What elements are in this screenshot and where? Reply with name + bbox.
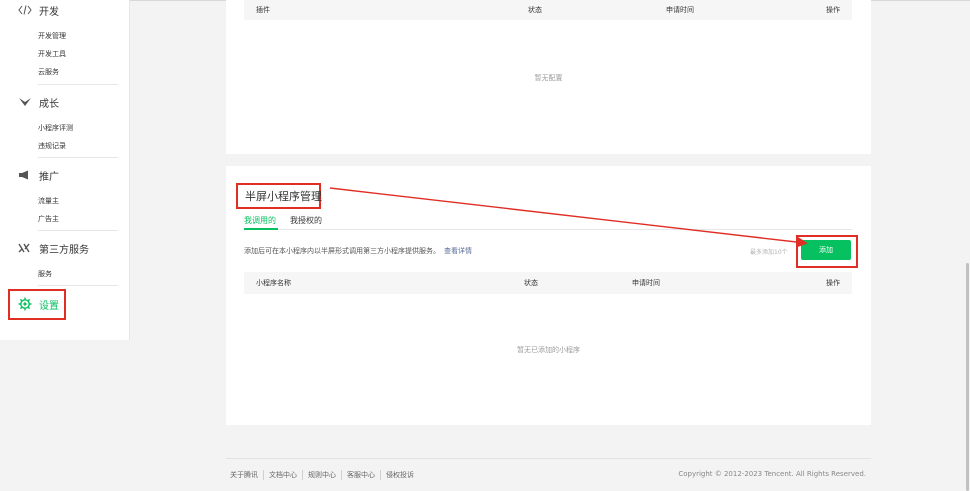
copyright-text: Copyright © 2012-2023 Tencent. All Right…: [678, 470, 866, 478]
details-link[interactable]: 查看详情: [444, 247, 472, 255]
footer-link-complaint[interactable]: 侵权投诉: [381, 470, 419, 480]
footer-link-support[interactable]: 客服中心: [342, 470, 381, 480]
sidebar-divider: [38, 157, 118, 158]
sidebar-item-dev-manage[interactable]: 开发管理: [38, 31, 66, 41]
sidebar-item-traffic[interactable]: 流量主: [38, 196, 59, 206]
column-header: 操作: [826, 279, 840, 287]
thirdparty-icon: [18, 241, 32, 255]
plugins-empty-text: 暂无配置: [534, 74, 563, 82]
sidebar-section-label: 成长: [39, 98, 59, 110]
sidebar-divider: [38, 230, 118, 231]
sidebar-section-label: 推广: [39, 171, 59, 183]
sidebar-item-advertiser[interactable]: 广告主: [38, 214, 59, 224]
limit-note: 最多添加10个: [750, 249, 788, 256]
plugins-table-header: 插件 状态 申请时间 操作: [244, 0, 852, 20]
column-header: 状态: [524, 279, 538, 287]
sidebar-section-label: 开发: [39, 6, 59, 18]
sidebar-item-violations[interactable]: 违规记录: [38, 141, 66, 151]
sidebar: 开发 开发管理 开发工具 云服务 成长 小程序评测 违规记录 推广 流量主 广告…: [0, 0, 130, 340]
sidebar-item-dev-tools[interactable]: 开发工具: [38, 49, 66, 59]
column-header: 操作: [826, 6, 840, 14]
plugins-panel: 插件 状态 申请时间 操作 暂无配置: [226, 0, 871, 154]
sidebar-item-service[interactable]: 服务: [38, 269, 52, 279]
footer-divider: [226, 458, 871, 459]
column-header: 申请时间: [666, 6, 694, 14]
footer-link-docs[interactable]: 文档中心: [264, 470, 303, 480]
miniprogram-table-header: 小程序名称 状态 申请时间 操作: [244, 272, 852, 294]
half-screen-panel: 半屏小程序管理 我调用的 我授权的 添加后可在本小程序内以半屏形式调用第三方小程…: [226, 166, 871, 425]
tab-authorized[interactable]: 我授权的: [290, 215, 322, 226]
tab-called[interactable]: 我调用的: [244, 215, 276, 226]
annotation-box-settings: [8, 289, 66, 320]
miniprogram-empty-text: 暂无已添加的小程序: [517, 346, 580, 354]
footer-link-about[interactable]: 关于腾讯: [230, 470, 264, 480]
footer-link-rules[interactable]: 规则中心: [303, 470, 342, 480]
page-title: 半屏小程序管理: [245, 190, 322, 203]
column-header: 小程序名称: [256, 279, 291, 287]
sidebar-item-cloud[interactable]: 云服务: [38, 67, 59, 77]
column-header: 申请时间: [632, 279, 660, 287]
column-header: 插件: [256, 6, 270, 14]
tab-bar: 我调用的 我授权的: [244, 212, 852, 230]
description-text: 添加后可在本小程序内以半屏形式调用第三方小程序提供服务。: [244, 247, 440, 255]
sidebar-divider: [38, 84, 118, 85]
vertical-scrollbar[interactable]: [966, 263, 969, 491]
sidebar-item-review[interactable]: 小程序评测: [38, 123, 73, 133]
growth-icon: [18, 95, 32, 109]
code-icon: [18, 3, 32, 17]
footer-links: 关于腾讯 文档中心 规则中心 客服中心 侵权投诉: [230, 470, 419, 480]
megaphone-icon: [18, 168, 32, 182]
sidebar-section-label: 第三方服务: [39, 244, 89, 256]
description-row: 添加后可在本小程序内以半屏形式调用第三方小程序提供服务。 查看详情: [244, 246, 472, 256]
active-tab-indicator: [244, 228, 278, 230]
sidebar-divider: [38, 285, 118, 286]
add-button[interactable]: 添加: [801, 240, 851, 260]
column-header: 状态: [528, 6, 542, 14]
